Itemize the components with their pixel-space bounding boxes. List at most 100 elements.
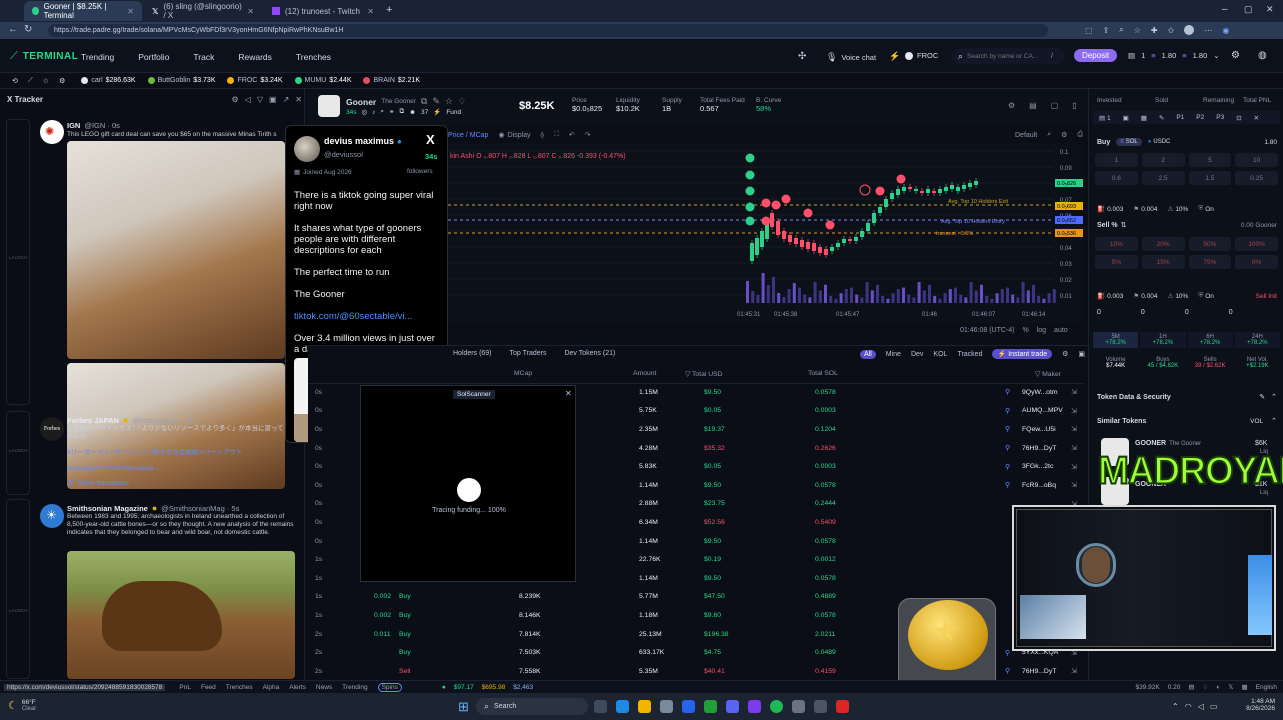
tweet-author[interactable]: IGN [67,121,80,130]
lightning-icon[interactable]: ⚡ [889,51,900,62]
edit-icon[interactable]: ✎ [1259,393,1265,401]
link-out-icon[interactable]: ⇲ [1071,667,1077,675]
app-icon[interactable] [682,700,695,713]
maker-filter-icon[interactable]: ⚲ [1005,649,1010,657]
amount-button[interactable]: 5% [1095,255,1138,269]
back-icon[interactable]: ← [8,24,18,35]
solscanner-modal[interactable]: SolScanner ✕ Tracing funding... 100% [360,385,576,582]
link-icon[interactable]: ⚭ [389,108,394,116]
link-out-icon[interactable]: ⇲ [1071,388,1077,396]
swap-icon[interactable]: ⇅ [1121,221,1127,229]
trade-marker[interactable] [745,216,755,226]
panel-icon[interactable]: ▣ [1078,350,1085,358]
auto-scale-toggle[interactable]: auto [1054,327,1068,334]
avatar[interactable]: ☀ [40,504,64,528]
task-view-icon[interactable] [594,700,607,713]
search-icon[interactable]: ⌕ [380,108,384,116]
bookmark-star-icon[interactable]: ☆ [1134,26,1141,35]
settings-icon[interactable] [814,700,827,713]
external-link-icon[interactable]: ↗ [283,95,290,104]
nav-rewards[interactable]: Rewards [238,52,272,62]
mev-icon[interactable]: ⛨ On [1198,292,1214,300]
spotify-icon[interactable] [770,700,783,713]
tweet-link[interactable]: forbesjapan.com/articles/detai... [67,465,159,473]
nav-portfolio[interactable]: Portfolio [138,52,169,62]
vol-sort-button[interactable]: VOL [1250,418,1263,425]
filter-tracked[interactable]: Tracked [957,351,982,358]
amount-button[interactable]: 0.6 [1095,171,1138,185]
filter-mine[interactable]: Mine [886,351,901,358]
status-tab[interactable]: Spins [377,682,402,692]
status-tab[interactable]: Trending [342,684,367,691]
screen-icon[interactable]: ▣ [1123,114,1129,122]
sol-toggle[interactable]: ≡ SOL [1116,138,1142,146]
period-cell[interactable]: 5M +78.2% [1093,332,1139,348]
search-icon[interactable]: ⌕ [1047,131,1051,139]
gear-icon[interactable]: ⚙ [1008,101,1015,110]
froc-token-chip[interactable]: FROC [905,51,938,60]
cell-maker[interactable]: 3FGk...2tc [1022,463,1053,470]
settings-icon[interactable]: ⚙ [59,77,65,85]
security-header[interactable]: Token Data & Security ✎ ⌃ [1097,393,1277,402]
show-translation-button[interactable]: 文 Show translation [67,478,129,488]
preset-p2[interactable]: P2 [1196,114,1204,121]
trade-marker[interactable] [761,216,771,226]
copy-icon[interactable]: ⧉ [421,96,427,107]
cell-maker[interactable]: AUMQ...MPV [1022,407,1063,414]
favorites-icon[interactable]: ✩ [1168,26,1175,35]
slippage-icon[interactable]: ⚠ 10% [1167,205,1188,214]
bell-icon[interactable]: ♢ [458,96,466,107]
ticker-item[interactable]: MUMU $2.44K [294,77,351,84]
log-scale-toggle[interactable]: log [1037,327,1046,334]
maker-filter-icon[interactable]: ⚲ [1005,667,1010,675]
slippage-icon[interactable]: ⚠ 10% [1167,292,1188,301]
voice-chat-button[interactable]: 🎙 Voice chat [826,52,876,63]
trade-marker[interactable] [745,170,755,180]
amount-button[interactable]: 0.25 [1235,171,1278,185]
amount-button[interactable]: 100% [1235,237,1278,251]
sell-init-button[interactable]: Sell Init [1256,293,1277,300]
popup-author[interactable]: devius maximus [324,136,394,146]
layout-icon[interactable]: ▦ [1141,114,1147,122]
clock[interactable]: 1:48 AM 8/26/2026 [1225,698,1275,712]
avatar[interactable]: ✺ [40,120,64,144]
launch-rail-1[interactable]: LAUNCH [6,119,30,405]
tweet-hashtags[interactable]: #リーダー #リーダーシップ #燃え尽き症候群 #バーンアウト [67,449,289,457]
priority-icon[interactable]: ⚑ 0.004 [1133,292,1157,301]
xbox-icon[interactable] [704,700,717,713]
screenshot-icon[interactable]: ⎙ [1077,131,1083,139]
tab-invested[interactable]: Invested [1097,97,1155,104]
similar-token-row[interactable]: GOONER The Gooner [1135,440,1201,447]
ticker-item[interactable]: BRAIN $2.21K [363,77,420,84]
account-icon[interactable]: ◍ [1258,50,1267,61]
fund-label[interactable]: Fund [446,109,461,116]
weather-widget[interactable]: ☾ 66°F Clear [8,699,36,712]
gear-icon[interactable]: ⚙ [1061,131,1067,139]
tab-top-traders[interactable]: Top Traders [510,350,547,357]
trade-marker[interactable] [745,202,755,212]
maker-filter-icon[interactable]: ⚲ [1005,444,1010,452]
app-icon[interactable] [836,700,849,713]
undo-icon[interactable]: ↶ [569,131,575,139]
close-icon[interactable]: ✕ [295,95,302,104]
ticker-item[interactable]: carl $286.63K [81,77,136,84]
app-icon[interactable] [792,700,805,713]
windows-start-icon[interactable]: ⊞ [458,699,469,715]
status-tab[interactable]: Alpha [263,684,280,691]
usdc-toggle[interactable]: ● USDC [1148,139,1171,145]
amount-button[interactable]: 1 [1095,153,1138,167]
minimize-icon[interactable]: – [1222,4,1228,15]
logo[interactable]: ⟋ TERMINAL [10,50,78,63]
layout-icon[interactable]: ▣ [269,95,277,104]
col-total-sol[interactable]: Total SOL [808,370,838,377]
tab-holders[interactable]: Holders (69) [453,350,492,357]
amount-button[interactable]: 50% [1188,237,1232,251]
col-mcap[interactable]: MCap [514,370,532,377]
cell-maker[interactable]: 76H9...DyT [1022,445,1056,452]
filter-all[interactable]: All [860,349,876,359]
x-logo-icon[interactable]: 𝕏 [1228,683,1233,691]
link-out-icon[interactable]: ⇲ [1071,444,1077,452]
popup-link[interactable]: tiktok.com/@60sectable/vi... [294,311,442,322]
network-icon[interactable]: ✣ [798,51,806,62]
gear-icon[interactable]: ⚙ [1231,50,1240,61]
